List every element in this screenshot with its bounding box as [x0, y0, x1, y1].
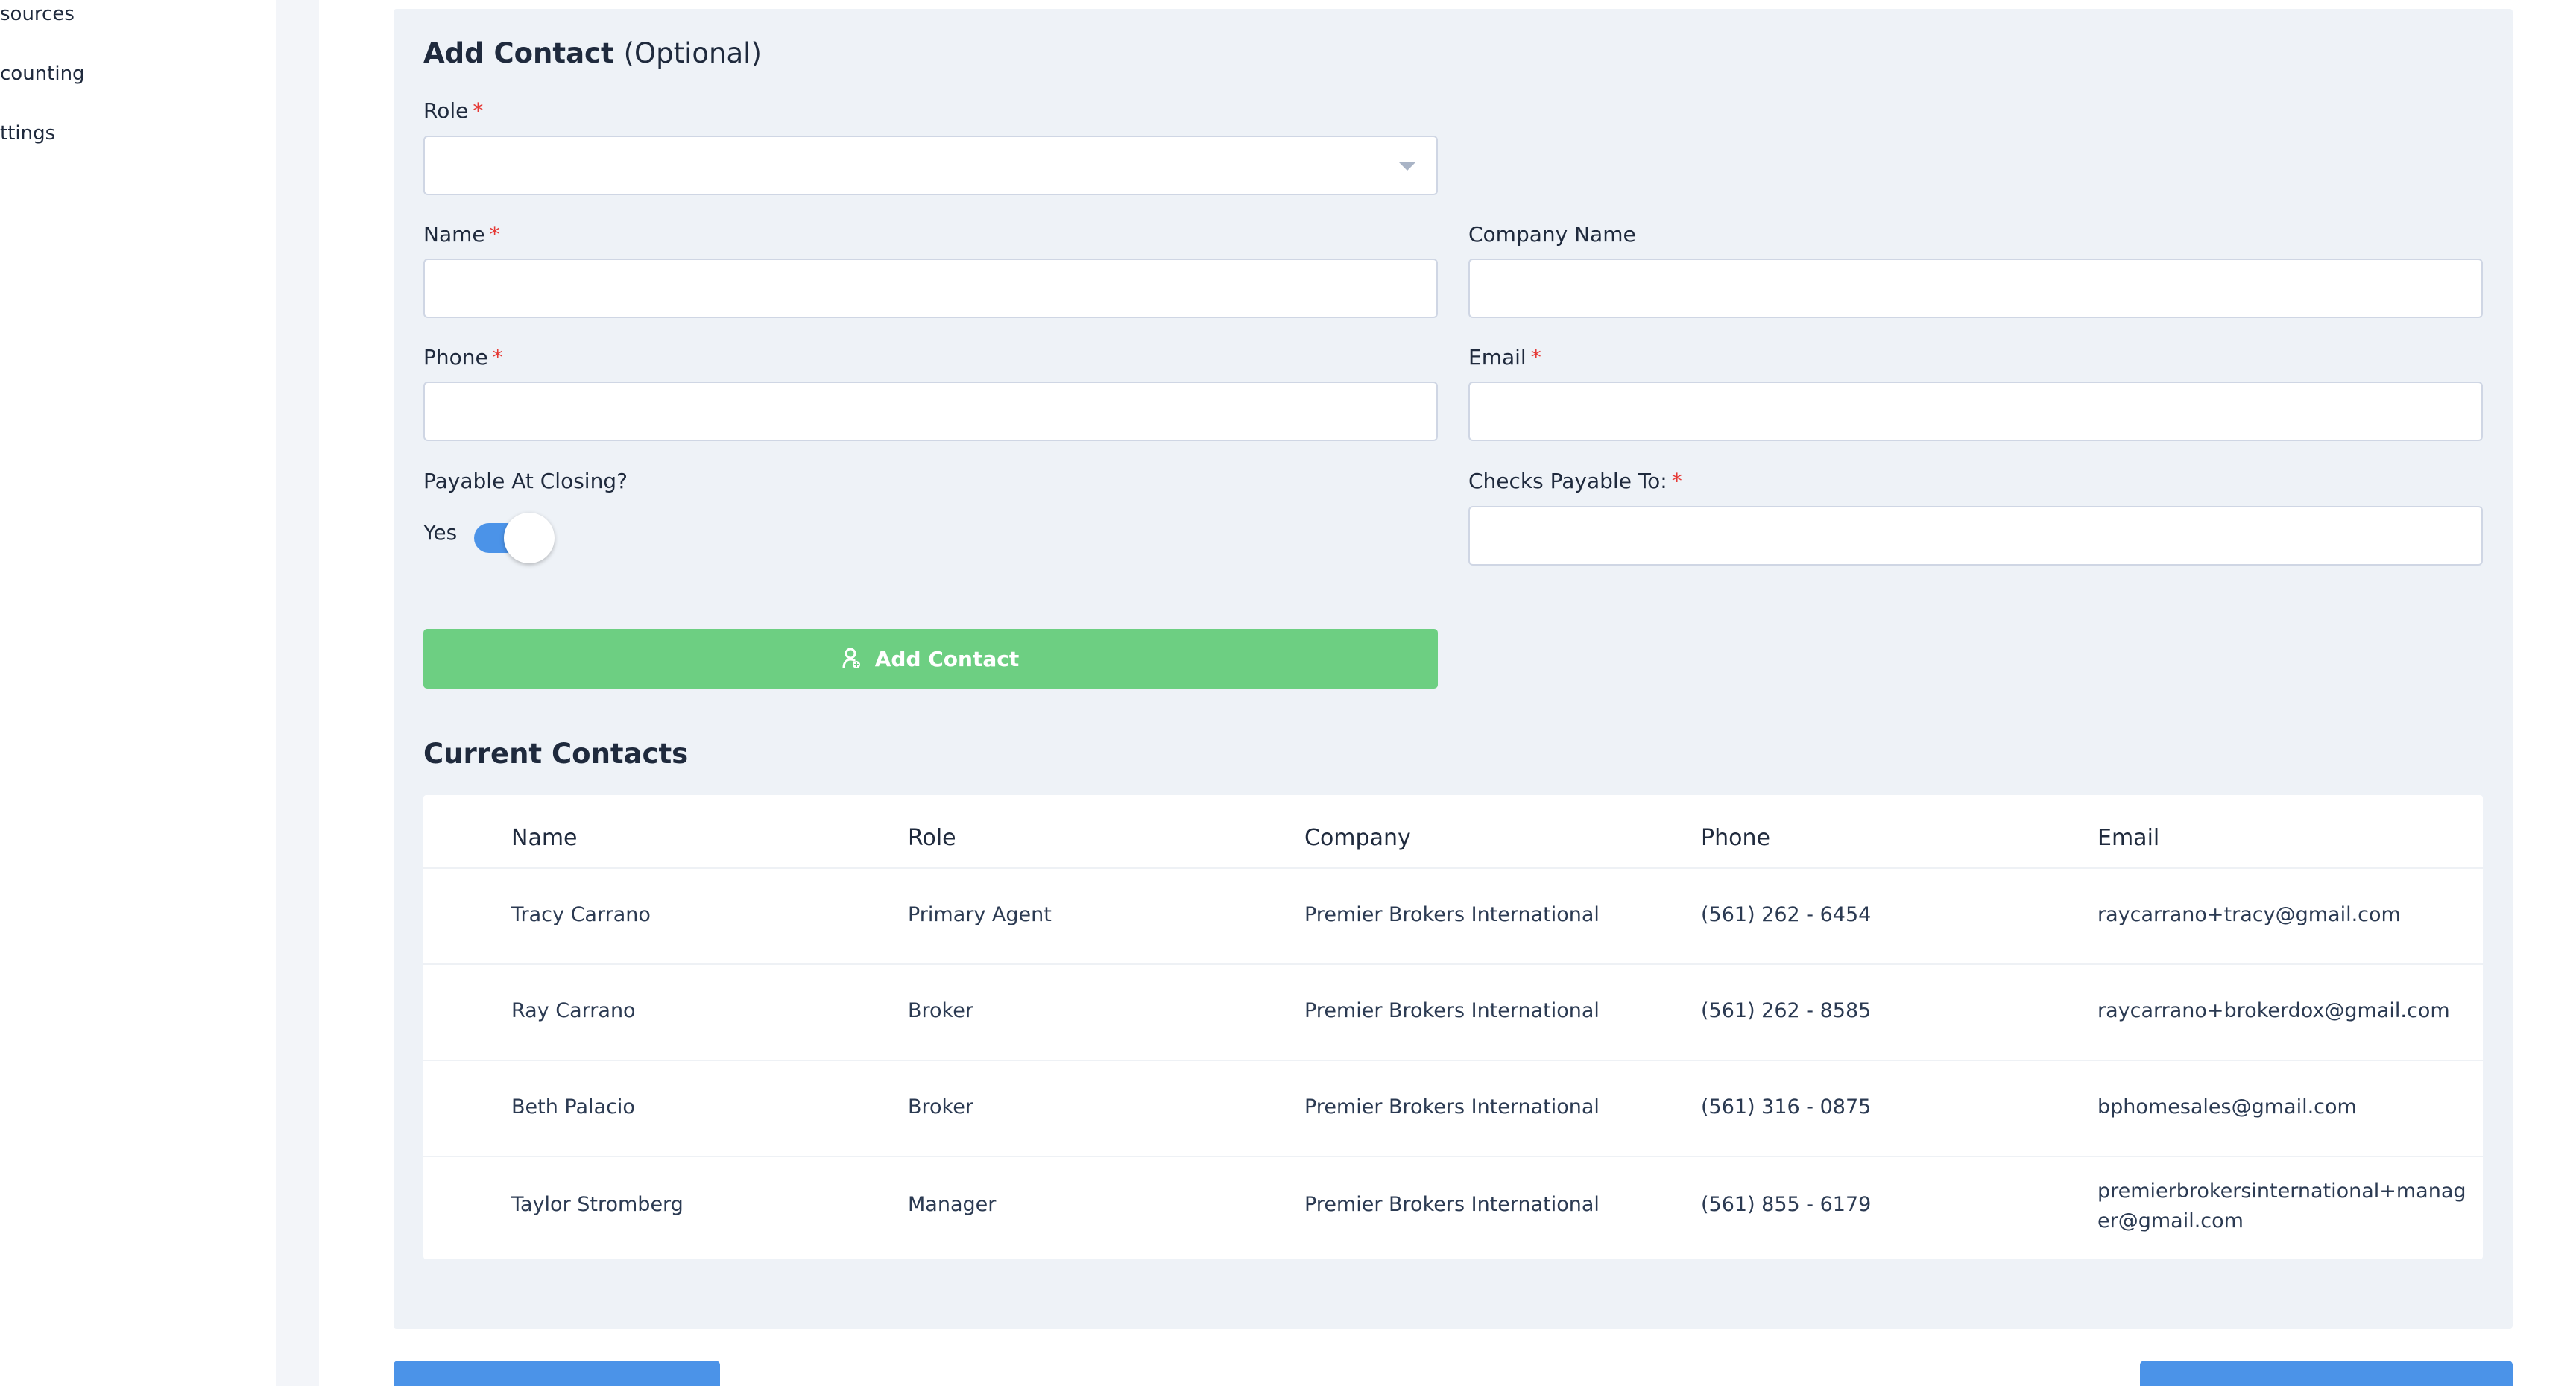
phone-label: Phone *	[423, 345, 503, 370]
required-mark: *	[1530, 345, 1541, 370]
sidebar-item-settings[interactable]: ttings	[0, 122, 55, 145]
column-header-phone[interactable]: Phone	[1701, 825, 1770, 851]
company-name-input[interactable]	[1468, 259, 2483, 318]
cell-email: premierbrokersinternational+manager@gmai…	[2097, 1180, 2466, 1232]
role-select[interactable]	[423, 136, 1438, 195]
cell-phone: (561) 316 - 0875	[1701, 1095, 1872, 1118]
user-plus-icon	[842, 648, 860, 668]
payable-at-closing-label: Payable At Closing?	[423, 469, 628, 493]
name-label-text: Name	[423, 222, 485, 247]
payable-at-closing-label-text: Payable At Closing?	[423, 469, 628, 493]
cell-role: Broker	[908, 999, 973, 1022]
payable-toggle-text: Yes	[423, 520, 458, 545]
company-name-label-text: Company Name	[1468, 222, 1636, 247]
required-mark: *	[1671, 469, 1682, 493]
table-row[interactable]: Beth Palacio Broker Premier Brokers Inte…	[423, 1061, 2483, 1155]
cell-company: Premier Brokers International	[1304, 903, 1600, 926]
checks-payable-input[interactable]	[1468, 506, 2483, 566]
column-header-name[interactable]: Name	[511, 825, 578, 851]
cell-phone: (561) 262 - 6454	[1701, 903, 1872, 926]
chevron-down-icon	[1399, 162, 1415, 171]
checks-payable-label: Checks Payable To: *	[1468, 469, 1682, 493]
sidebar-gutter	[276, 0, 319, 1386]
table-row[interactable]: Tracy Carrano Primary Agent Premier Brok…	[423, 869, 2483, 963]
cell-role: Manager	[908, 1193, 997, 1216]
contacts-table: Name Role Company Phone Email Tracy Carr…	[423, 795, 2483, 1259]
phone-label-text: Phone	[423, 345, 488, 370]
name-label: Name *	[423, 222, 500, 247]
cell-name: Ray Carrano	[511, 999, 636, 1022]
sidebar-item-resources[interactable]: sources	[0, 3, 75, 25]
cell-company: Premier Brokers International	[1304, 1193, 1600, 1216]
add-contact-button[interactable]: Add Contact	[423, 629, 1438, 689]
required-mark: *	[489, 222, 500, 247]
toggle-knob	[504, 513, 555, 563]
add-contact-title-text: Add Contact	[423, 37, 614, 69]
sidebar: sources counting ttings	[0, 0, 276, 1386]
cell-name: Beth Palacio	[511, 1095, 635, 1118]
phone-input[interactable]	[423, 382, 1438, 441]
current-contacts-title: Current Contacts	[423, 738, 689, 770]
email-input[interactable]	[1468, 382, 2483, 441]
table-row[interactable]: Ray Carrano Broker Premier Brokers Inter…	[423, 965, 2483, 1059]
company-name-label: Company Name	[1468, 222, 1636, 247]
checks-payable-label-text: Checks Payable To:	[1468, 469, 1667, 493]
cell-name: Tracy Carrano	[511, 903, 651, 926]
cell-company: Premier Brokers International	[1304, 999, 1600, 1022]
cell-company: Premier Brokers International	[1304, 1095, 1600, 1118]
column-header-email[interactable]: Email	[2097, 825, 2159, 851]
cell-email: bphomesales@gmail.com	[2097, 1095, 2357, 1118]
table-row[interactable]: Taylor Stromberg Manager Premier Brokers…	[423, 1157, 2483, 1259]
add-contact-panel: Add Contact (Optional) Role * Name * Compa…	[394, 9, 2513, 1329]
cell-role: Primary Agent	[908, 903, 1052, 926]
column-header-company[interactable]: Company	[1304, 825, 1411, 851]
role-label-text: Role	[423, 98, 469, 123]
cell-phone: (561) 262 - 8585	[1701, 999, 1872, 1022]
email-label: Email *	[1468, 345, 1541, 370]
add-contact-title: Add Contact (Optional)	[423, 37, 762, 69]
cell-phone: (561) 855 - 6179	[1701, 1193, 1872, 1216]
column-header-role[interactable]: Role	[908, 825, 956, 851]
sidebar-item-accounting[interactable]: counting	[0, 63, 85, 85]
cell-email: raycarrano+brokerdox@gmail.com	[2097, 999, 2450, 1022]
required-mark: *	[492, 345, 503, 370]
cell-name: Taylor Stromberg	[511, 1193, 684, 1216]
add-contact-button-label: Add Contact	[874, 646, 1020, 671]
back-button[interactable]	[394, 1361, 720, 1386]
name-input[interactable]	[423, 259, 1438, 318]
payable-at-closing-toggle[interactable]	[474, 512, 564, 564]
cell-email: raycarrano+tracy@gmail.com	[2097, 903, 2401, 926]
continue-button[interactable]	[2140, 1361, 2513, 1386]
role-label: Role *	[423, 98, 483, 123]
add-contact-title-optional: (Optional)	[623, 37, 762, 69]
required-mark: *	[473, 98, 484, 123]
cell-role: Broker	[908, 1095, 973, 1118]
email-label-text: Email	[1468, 345, 1527, 370]
